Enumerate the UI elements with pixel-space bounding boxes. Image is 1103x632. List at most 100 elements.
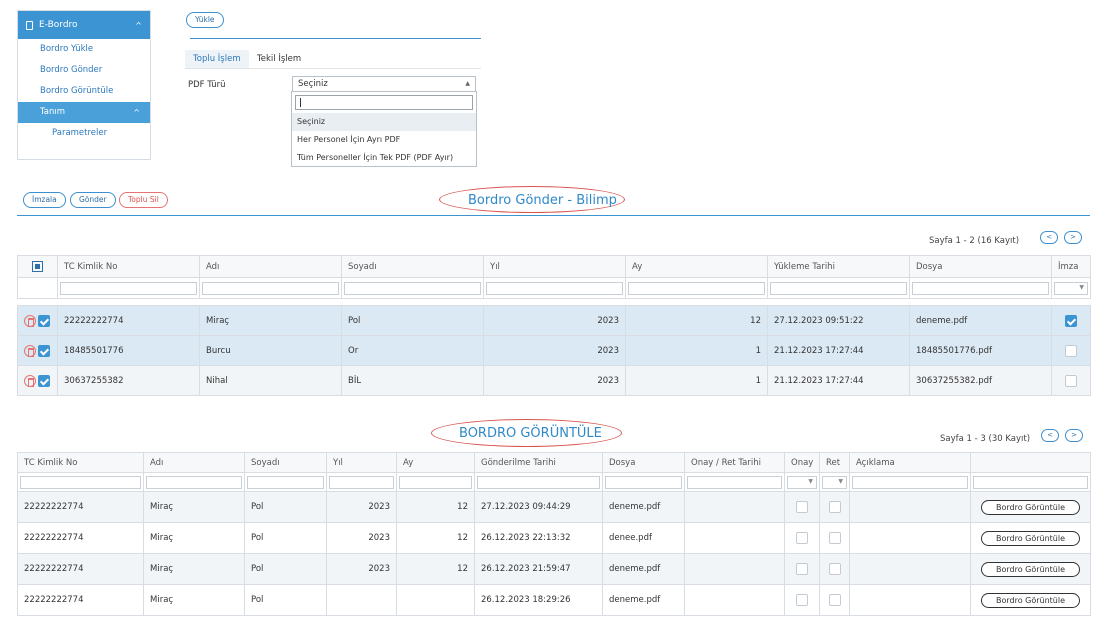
column-header[interactable]: Dosya: [602, 452, 685, 473]
filter-input[interactable]: [477, 475, 600, 489]
tab-toplu-islem[interactable]: Toplu İşlem: [185, 50, 249, 68]
filter-input[interactable]: [973, 475, 1088, 489]
column-header[interactable]: Yükleme Tarihi: [767, 255, 910, 278]
column-header[interactable]: Adı: [199, 255, 342, 278]
column-header[interactable]: Soyadı: [341, 255, 484, 278]
cell-decision-date: [684, 491, 785, 523]
filter-input[interactable]: [605, 475, 682, 489]
row-checkbox[interactable]: [38, 314, 50, 327]
filter-input[interactable]: [770, 281, 907, 295]
next-page-button[interactable]: >: [1064, 231, 1082, 244]
table-row[interactable]: 22222222774 Miraç Pol 2023 12 26.12.2023…: [17, 553, 1091, 585]
filter-row: ▼: [17, 277, 1091, 299]
column-header[interactable]: Onay / Ret Tarihi: [684, 452, 785, 473]
filter-input[interactable]: [399, 475, 472, 489]
column-header[interactable]: İmza: [1051, 255, 1091, 278]
cell-year: 2023: [483, 305, 626, 336]
pdf-type-select[interactable]: Seçiniz ▲: [292, 76, 476, 92]
send-button[interactable]: Gönder: [70, 192, 116, 208]
sidebar-item-tanim[interactable]: Tanım ^: [18, 102, 150, 123]
view-payroll-button[interactable]: Bordro Görüntüle: [980, 561, 1081, 577]
reject-checkbox[interactable]: [828, 563, 841, 575]
filter-select[interactable]: ▼: [1054, 281, 1088, 295]
row-checkbox[interactable]: [38, 344, 50, 357]
view-payroll-button[interactable]: Bordro Görüntüle: [980, 499, 1081, 515]
column-header[interactable]: Dosya: [909, 255, 1052, 278]
delete-icon[interactable]: [24, 344, 36, 357]
cell-surname: Pol: [341, 305, 484, 336]
sidebar-item-bordro-gonder[interactable]: Bordro Gönder: [18, 60, 150, 81]
filter-input[interactable]: [20, 475, 141, 489]
column-header[interactable]: TC Kimlik No: [17, 452, 144, 473]
sidebar-header-e-bordro[interactable]: E-Bordro ^: [18, 11, 150, 39]
filter-input[interactable]: [486, 281, 623, 295]
filter-input[interactable]: [329, 475, 394, 489]
approve-checkbox[interactable]: [796, 563, 808, 575]
prev-page-button[interactable]: <: [1040, 231, 1058, 244]
column-header[interactable]: Yıl: [326, 452, 397, 473]
column-header[interactable]: Adı: [143, 452, 245, 473]
select-all-checkbox[interactable]: [17, 255, 58, 278]
sidebar-item-bordro-goruntule[interactable]: Bordro Görüntüle: [18, 81, 150, 102]
table-header: TC Kimlik No Adı Soyadı Yıl Ay Gönderilm…: [17, 452, 1091, 473]
filter-input[interactable]: [912, 281, 1049, 295]
sign-button[interactable]: İmzala: [23, 192, 66, 208]
bulk-delete-button[interactable]: Toplu Sil: [119, 192, 168, 208]
tab-tekil-islem[interactable]: Tekil İşlem: [249, 50, 313, 68]
dropdown-option[interactable]: Seçiniz: [292, 113, 476, 131]
view-payroll-button[interactable]: Bordro Görüntüle: [980, 530, 1081, 546]
filter-select[interactable]: ▼: [787, 475, 817, 489]
table-row[interactable]: 22222222774 Miraç Pol 2023 12 27.12.2023…: [17, 305, 1091, 336]
filter-input[interactable]: [202, 281, 339, 295]
cell-reject: [819, 553, 850, 585]
column-header[interactable]: Soyadı: [244, 452, 327, 473]
column-header[interactable]: Açıklama: [849, 452, 971, 473]
table-row[interactable]: 22222222774 Miraç Pol 26.12.2023 18:29:2…: [17, 584, 1091, 616]
column-header[interactable]: Ay: [396, 452, 475, 473]
table-row[interactable]: 30637255382 Nihal BİL 2023 1 21.12.2023 …: [17, 365, 1091, 396]
dropdown-option[interactable]: Her Personel İçin Ayrı PDF: [292, 131, 476, 149]
sign-checkbox[interactable]: [1065, 374, 1077, 387]
row-checkbox[interactable]: [38, 374, 50, 387]
column-header[interactable]: Ret: [819, 452, 850, 473]
table-row[interactable]: 22222222774 Miraç Pol 2023 12 27.12.2023…: [17, 491, 1091, 523]
sidebar-item-bordro-yukle[interactable]: Bordro Yükle: [18, 39, 150, 60]
filter-input[interactable]: [146, 475, 242, 489]
prev-page-button[interactable]: <: [1041, 429, 1059, 442]
column-header[interactable]: Onay: [784, 452, 820, 473]
cell-name: Miraç: [143, 584, 245, 616]
column-header[interactable]: Yıl: [483, 255, 626, 278]
filter-input[interactable]: [344, 281, 481, 295]
sign-checkbox[interactable]: [1065, 344, 1077, 357]
reject-checkbox[interactable]: [828, 501, 841, 513]
next-page-button[interactable]: >: [1065, 429, 1083, 442]
filter-cell: [474, 472, 603, 492]
pdf-type-selected: Seçiniz: [298, 79, 328, 89]
upload-button[interactable]: Yükle: [186, 12, 224, 28]
filter-input[interactable]: [628, 281, 765, 295]
reject-checkbox[interactable]: [828, 594, 841, 606]
filter-select[interactable]: ▼: [822, 475, 847, 489]
approve-checkbox[interactable]: [796, 532, 808, 544]
sign-checkbox[interactable]: [1065, 314, 1077, 327]
cell-tc: 22222222774: [17, 522, 144, 554]
filter-input[interactable]: [60, 281, 197, 295]
column-header[interactable]: Gönderilme Tarihi: [474, 452, 603, 473]
view-payroll-button[interactable]: Bordro Görüntüle: [980, 592, 1081, 608]
table-row[interactable]: 18485501776 Burcu Or 2023 1 21.12.2023 1…: [17, 335, 1091, 366]
filter-input[interactable]: [852, 475, 968, 489]
dropdown-search-input[interactable]: [295, 95, 473, 110]
filter-cell: [909, 277, 1052, 299]
column-header[interactable]: TC Kimlik No: [57, 255, 200, 278]
reject-checkbox[interactable]: [828, 532, 841, 544]
filter-input[interactable]: [687, 475, 782, 489]
delete-icon[interactable]: [24, 314, 36, 327]
dropdown-option[interactable]: Tüm Personeller İçin Tek PDF (PDF Ayır): [292, 149, 476, 167]
approve-checkbox[interactable]: [796, 501, 808, 513]
table-row[interactable]: 22222222774 Miraç Pol 2023 12 26.12.2023…: [17, 522, 1091, 554]
sidebar-item-parametreler[interactable]: Parametreler: [18, 123, 150, 144]
column-header[interactable]: Ay: [625, 255, 768, 278]
filter-input[interactable]: [247, 475, 324, 489]
approve-checkbox[interactable]: [796, 594, 808, 606]
delete-icon[interactable]: [24, 374, 36, 387]
